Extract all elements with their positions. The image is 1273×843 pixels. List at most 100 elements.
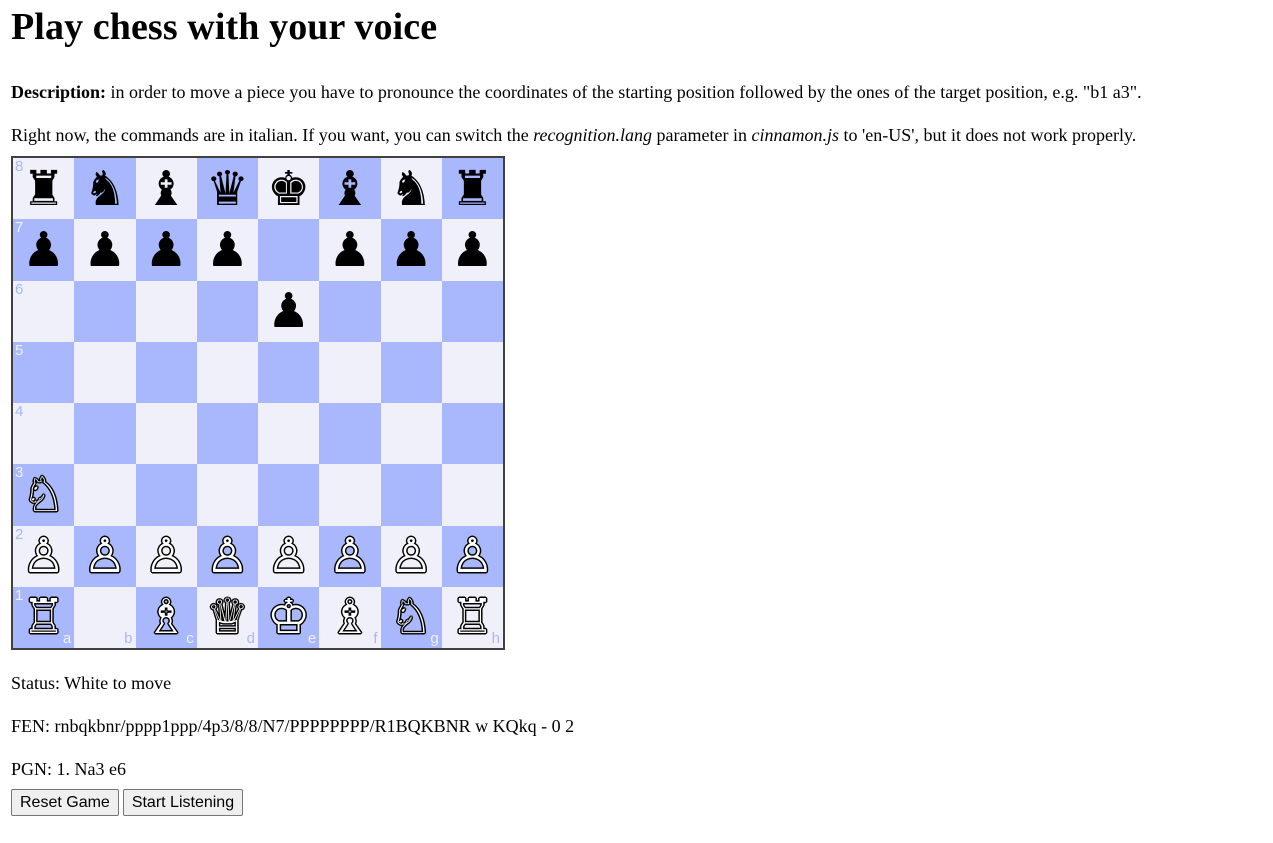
square-g1[interactable]: g ♘: [380, 586, 442, 648]
chess-piece[interactable]: ♙: [22, 532, 65, 580]
square-h2[interactable]: ♙: [441, 525, 503, 587]
square-a1[interactable]: 1 a ♖: [13, 586, 75, 648]
square-d4[interactable]: [196, 403, 258, 465]
chess-piece[interactable]: ♔: [267, 593, 310, 641]
chess-piece[interactable]: ♘: [390, 593, 433, 641]
chess-piece[interactable]: ♚: [267, 165, 310, 213]
square-f3[interactable]: [319, 464, 381, 526]
square-a5[interactable]: 5: [13, 341, 75, 403]
square-h5[interactable]: [441, 341, 503, 403]
chess-piece[interactable]: ♘: [22, 471, 65, 519]
square-d3[interactable]: [196, 464, 258, 526]
square-b8[interactable]: ♞: [74, 158, 136, 220]
square-g5[interactable]: [380, 341, 442, 403]
chess-piece[interactable]: ♟: [390, 226, 433, 274]
square-b4[interactable]: [74, 403, 136, 465]
square-a7[interactable]: 7 ♟: [13, 219, 75, 281]
chess-piece[interactable]: ♟: [206, 226, 249, 274]
square-f8[interactable]: ♝: [319, 158, 381, 220]
square-c5[interactable]: [135, 341, 197, 403]
square-e6[interactable]: ♟: [258, 280, 320, 342]
chess-piece[interactable]: ♟: [83, 226, 126, 274]
chess-piece[interactable]: ♕: [206, 593, 249, 641]
square-d7[interactable]: ♟: [196, 219, 258, 281]
square-a4[interactable]: 4: [13, 403, 75, 465]
chess-piece[interactable]: ♙: [328, 532, 371, 580]
chess-piece[interactable]: ♙: [267, 532, 310, 580]
square-f4[interactable]: [319, 403, 381, 465]
square-d5[interactable]: [196, 341, 258, 403]
square-h7[interactable]: ♟: [441, 219, 503, 281]
square-e8[interactable]: ♚: [258, 158, 320, 220]
chess-piece[interactable]: ♟: [22, 226, 65, 274]
square-g8[interactable]: ♞: [380, 158, 442, 220]
square-f2[interactable]: ♙: [319, 525, 381, 587]
chess-piece[interactable]: ♗: [328, 593, 371, 641]
square-f1[interactable]: f ♗: [319, 586, 381, 648]
square-a6[interactable]: 6: [13, 280, 75, 342]
square-a8[interactable]: 8 ♜: [13, 158, 75, 220]
square-e1[interactable]: e ♔: [258, 586, 320, 648]
square-c4[interactable]: [135, 403, 197, 465]
chess-piece[interactable]: ♞: [390, 165, 433, 213]
chess-piece[interactable]: ♜: [22, 165, 65, 213]
square-e3[interactable]: [258, 464, 320, 526]
chess-piece[interactable]: ♛: [206, 165, 249, 213]
chess-piece[interactable]: ♙: [451, 532, 494, 580]
chess-piece[interactable]: ♖: [451, 593, 494, 641]
square-e4[interactable]: [258, 403, 320, 465]
square-d8[interactable]: ♛: [196, 158, 258, 220]
square-a3[interactable]: 3 ♘: [13, 464, 75, 526]
square-h8[interactable]: ♜: [441, 158, 503, 220]
square-d6[interactable]: [196, 280, 258, 342]
chess-piece[interactable]: ♙: [145, 532, 188, 580]
square-e5[interactable]: [258, 341, 320, 403]
square-h1[interactable]: h ♖: [441, 586, 503, 648]
square-b7[interactable]: ♟: [74, 219, 136, 281]
square-g4[interactable]: [380, 403, 442, 465]
square-b5[interactable]: [74, 341, 136, 403]
start-listening-button[interactable]: Start Listening: [122, 789, 244, 816]
square-g7[interactable]: ♟: [380, 219, 442, 281]
square-e2[interactable]: ♙: [258, 525, 320, 587]
square-h6[interactable]: [441, 280, 503, 342]
square-g2[interactable]: ♙: [380, 525, 442, 587]
square-c1[interactable]: c ♗: [135, 586, 197, 648]
chess-piece[interactable]: ♙: [390, 532, 433, 580]
square-d2[interactable]: ♙: [196, 525, 258, 587]
chess-piece[interactable]: ♟: [267, 287, 310, 335]
square-d1[interactable]: d ♕: [196, 586, 258, 648]
square-h3[interactable]: [441, 464, 503, 526]
square-h4[interactable]: [441, 403, 503, 465]
square-b6[interactable]: [74, 280, 136, 342]
chess-piece[interactable]: ♖: [22, 593, 65, 641]
square-c6[interactable]: [135, 280, 197, 342]
chess-piece[interactable]: ♙: [83, 532, 126, 580]
chess-piece[interactable]: ♟: [451, 226, 494, 274]
chess-piece[interactable]: ♗: [145, 593, 188, 641]
chess-piece[interactable]: ♜: [451, 165, 494, 213]
square-b2[interactable]: ♙: [74, 525, 136, 587]
chessboard[interactable]: 8 ♜ ♞ ♝ ♛ ♚ ♝ ♞ ♜ 7 ♟ ♟ ♟ ♟ ♟ ♟ ♟ 6 ♟ 5 4 3 ♘ 2 ♙ ♙ ♙ ♙ ♙ ♙ ♙ ♙ 1 a ♖ b c ♗ d ♕…: [11, 156, 505, 650]
square-g3[interactable]: [380, 464, 442, 526]
square-f5[interactable]: [319, 341, 381, 403]
chess-piece[interactable]: ♝: [328, 165, 371, 213]
chess-piece[interactable]: ♝: [145, 165, 188, 213]
square-g6[interactable]: [380, 280, 442, 342]
square-c3[interactable]: [135, 464, 197, 526]
chess-piece[interactable]: ♟: [328, 226, 371, 274]
reset-game-button[interactable]: Reset Game: [11, 789, 119, 816]
square-c7[interactable]: ♟: [135, 219, 197, 281]
chess-piece[interactable]: ♞: [83, 165, 126, 213]
chessboard-grid[interactable]: 8 ♜ ♞ ♝ ♛ ♚ ♝ ♞ ♜ 7 ♟ ♟ ♟ ♟ ♟ ♟ ♟ 6 ♟ 5 4 3 ♘ 2 ♙ ♙ ♙ ♙ ♙ ♙ ♙ ♙ 1 a ♖ b c ♗ d ♕…: [13, 158, 503, 648]
chess-piece[interactable]: ♟: [145, 226, 188, 274]
square-f6[interactable]: [319, 280, 381, 342]
square-a2[interactable]: 2 ♙: [13, 525, 75, 587]
square-c2[interactable]: ♙: [135, 525, 197, 587]
square-f7[interactable]: ♟: [319, 219, 381, 281]
square-c8[interactable]: ♝: [135, 158, 197, 220]
chess-piece[interactable]: ♙: [206, 532, 249, 580]
square-e7[interactable]: [258, 219, 320, 281]
square-b3[interactable]: [74, 464, 136, 526]
square-b1[interactable]: b: [74, 586, 136, 648]
